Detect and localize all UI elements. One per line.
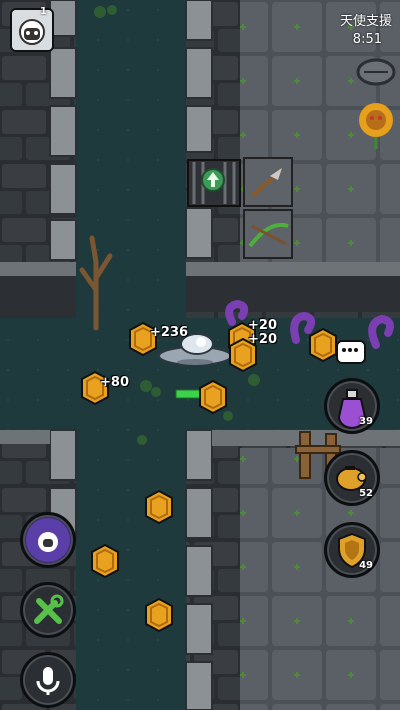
shield-count: 49 <box>359 560 373 571</box>
game-timer: 8:51 <box>352 32 382 47</box>
game-viewport: +236 +80 +20 +20 1 天使支援 8:51 39 52 49 <box>0 0 400 710</box>
skill-ghost-sheep-button[interactable] <box>20 512 76 568</box>
gold-coin-icon[interactable] <box>90 543 120 579</box>
microphone-icon <box>36 667 60 695</box>
gold-coin-icon[interactable] <box>144 597 174 633</box>
piggy-bank-item-button[interactable]: 52 <box>324 450 380 506</box>
build-tools-button[interactable] <box>20 582 76 638</box>
coin-gain-label: +236 <box>150 325 189 340</box>
voice-chat-button[interactable] <box>20 652 76 708</box>
coin-gain-label: +20 <box>248 332 277 347</box>
shield-item-button[interactable]: 49 <box>324 522 380 578</box>
tools-icon <box>34 594 64 624</box>
ghost-sheep-icon <box>26 518 70 562</box>
coin-gain-label: +80 <box>100 375 129 390</box>
angel-support-label[interactable]: 天使支援 <box>340 10 392 29</box>
player-level: 1 <box>40 6 47 17</box>
coin-gain-label: +20 <box>248 318 277 333</box>
gold-coin-icon[interactable] <box>198 379 228 415</box>
gold-coin-icon[interactable] <box>144 489 174 525</box>
potion-item-button[interactable]: 39 <box>324 378 380 434</box>
piggy-bank-count: 52 <box>359 488 373 499</box>
potion-count: 39 <box>359 416 373 427</box>
gold-coin-icon[interactable] <box>308 327 338 363</box>
chat-bubble-icon[interactable] <box>336 340 366 364</box>
player-avatar[interactable] <box>10 8 54 52</box>
